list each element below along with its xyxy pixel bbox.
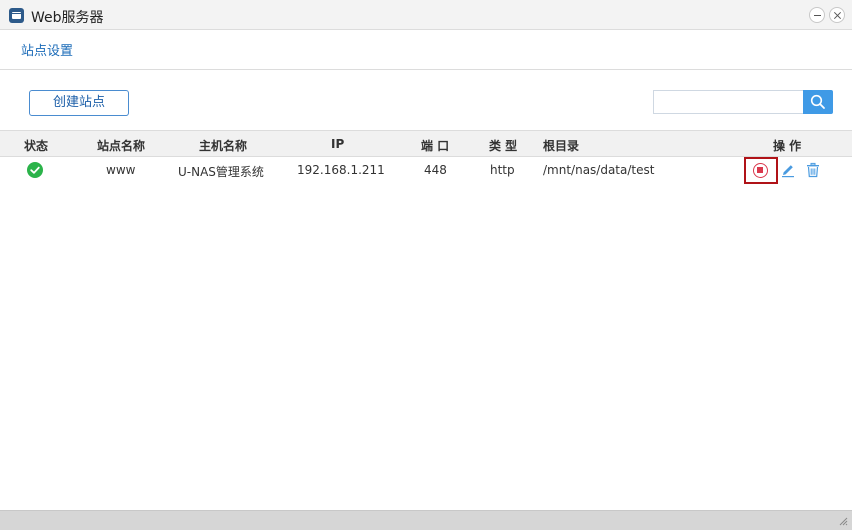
status-ok-icon <box>27 162 43 178</box>
search-input[interactable] <box>653 90 804 114</box>
cell-root-dir: /mnt/nas/data/test <box>543 163 655 177</box>
column-header-root-dir[interactable]: 根目录 <box>543 137 579 154</box>
close-button[interactable] <box>829 7 845 23</box>
search-button[interactable] <box>803 90 833 114</box>
table-header: 状态 站点名称 主机名称 IP 端 口 类 型 根目录 操 作 <box>0 130 852 157</box>
search-icon <box>810 94 825 109</box>
column-header-type[interactable]: 类 型 <box>489 137 517 154</box>
column-header-status[interactable]: 状态 <box>24 137 48 154</box>
minimize-button[interactable] <box>809 7 825 23</box>
resize-grip-icon[interactable] <box>838 516 848 526</box>
cell-site-name: www <box>106 163 136 177</box>
column-header-ip[interactable]: IP <box>331 137 344 151</box>
create-site-button[interactable]: 创建站点 <box>29 90 129 116</box>
trash-icon[interactable] <box>805 162 821 178</box>
cell-port: 448 <box>424 163 447 177</box>
column-header-actions: 操 作 <box>773 139 802 153</box>
window-titlebar: Web服务器 <box>0 0 852 30</box>
window-title: Web服务器 <box>31 10 104 26</box>
tab-site-settings[interactable]: 站点设置 <box>21 40 73 59</box>
status-bar <box>0 510 852 530</box>
column-header-site-name[interactable]: 站点名称 <box>97 137 145 154</box>
cell-type: http <box>490 163 515 177</box>
subnav-bar: 站点设置 <box>0 30 852 70</box>
cell-host-name: U-NAS管理系统 <box>178 165 264 179</box>
column-header-host-name[interactable]: 主机名称 <box>199 137 247 154</box>
edit-icon[interactable] <box>780 162 796 178</box>
window-app-icon <box>9 8 24 23</box>
column-header-port[interactable]: 端 口 <box>421 137 449 154</box>
cell-ip: 192.168.1.211 <box>297 163 385 177</box>
stop-icon[interactable] <box>753 163 768 178</box>
